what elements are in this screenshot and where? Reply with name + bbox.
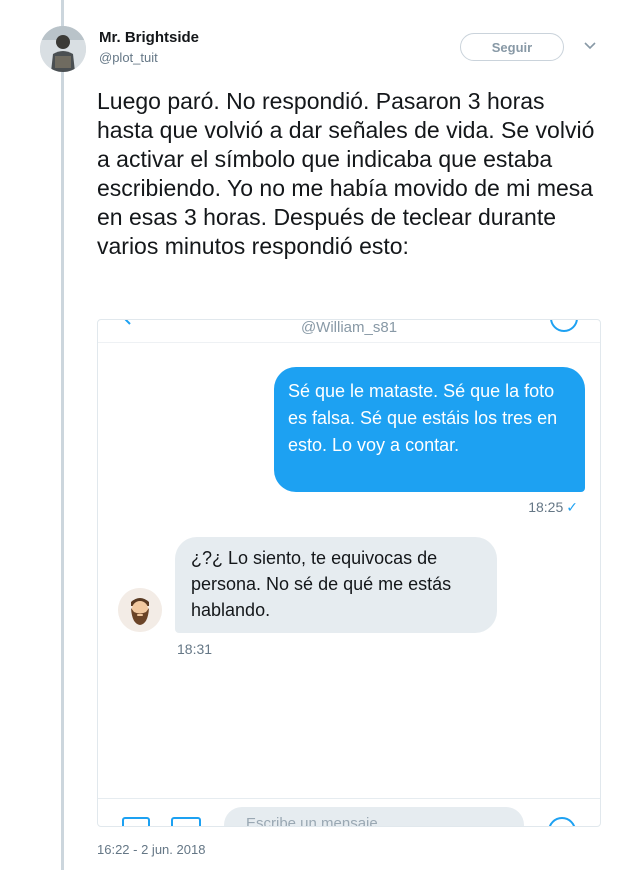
received-message-time: 18:31 — [177, 641, 213, 657]
received-message-bubble: ¿?¿ Lo siento, te equivocas de persona. … — [175, 537, 497, 633]
chevron-down-icon[interactable] — [582, 40, 598, 52]
send-icon — [548, 817, 576, 826]
tweet-media-image[interactable]: @William_s81 Sé que le mataste. Sé que l… — [97, 319, 601, 827]
sent-time-text: 18:25 — [528, 499, 564, 515]
sent-message-time: 18:25 ✓ — [528, 499, 578, 516]
read-check-icon: ✓ — [566, 499, 578, 515]
tweet-timestamp[interactable]: 16:22 - 2 jun. 2018 — [97, 842, 205, 857]
author-display-name[interactable]: Mr. Brightside — [99, 29, 199, 46]
composer-divider — [98, 798, 600, 799]
avatar-photo-icon — [40, 26, 86, 72]
tweet-text: Luego paró. No respondió. Pasaron 3 hora… — [97, 88, 595, 259]
sent-message-bubble: Sé que le mataste. Sé que la foto es fal… — [274, 367, 585, 492]
author-screen-name[interactable]: @plot_tuit — [99, 50, 158, 65]
author-avatar[interactable] — [40, 26, 86, 72]
media-icon — [122, 817, 150, 826]
bearded-man-avatar-icon — [118, 588, 162, 632]
thread-connector-line — [61, 0, 64, 870]
message-composer-input: Escribe un mensaje — [224, 807, 524, 826]
dm-contact-handle: @William_s81 — [300, 319, 398, 336]
follow-button[interactable]: Seguir — [460, 33, 564, 61]
contact-avatar — [118, 588, 162, 632]
gif-icon — [171, 817, 201, 826]
divider — [98, 342, 600, 343]
